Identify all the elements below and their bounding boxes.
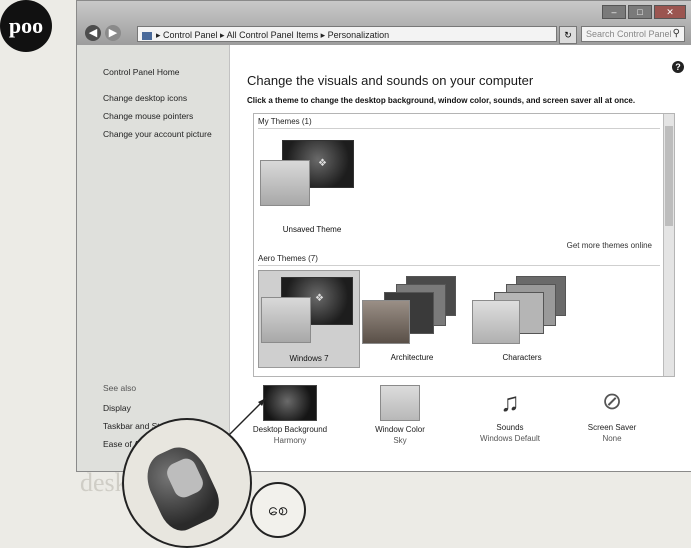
mouse-illustration [122, 418, 252, 548]
language-mark: စေ [250, 482, 306, 538]
callout-arrow [207, 397, 267, 457]
